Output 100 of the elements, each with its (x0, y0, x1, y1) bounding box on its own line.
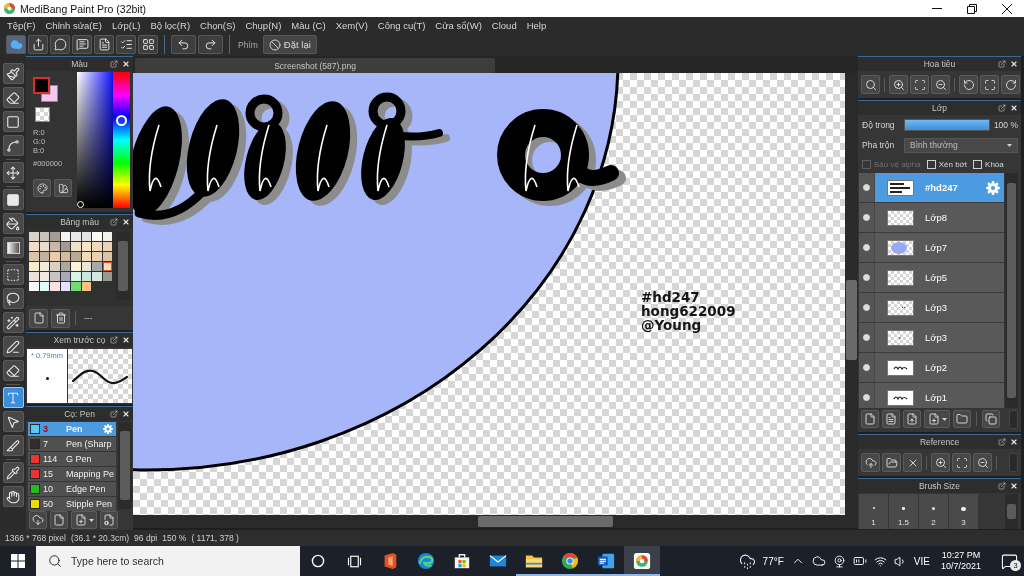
color-swatch[interactable] (81, 282, 91, 291)
color-swatch[interactable] (92, 272, 102, 281)
color-swatch[interactable] (50, 232, 60, 241)
move-tool-button[interactable] (2, 162, 24, 183)
fit-button[interactable] (910, 75, 929, 94)
zoom-in-button[interactable] (889, 75, 908, 94)
open-folder-button[interactable] (882, 453, 901, 472)
color-swatch[interactable] (92, 242, 102, 251)
opacity-slider[interactable] (904, 119, 990, 131)
menu-item[interactable]: Cửa sổ(W) (430, 17, 487, 33)
color-swatch[interactable] (102, 242, 112, 251)
select-pen-tool-button[interactable] (2, 336, 24, 357)
layer-row[interactable]: Lớp3 (859, 323, 1004, 353)
reset-button[interactable]: Đặt lại (262, 35, 317, 54)
new-brush-button[interactable] (50, 511, 68, 529)
detach-icon[interactable] (110, 218, 118, 226)
bucket-tool-button[interactable] (2, 213, 24, 234)
actual-size-button[interactable] (861, 75, 880, 94)
visibility-dot[interactable] (863, 304, 870, 311)
wifi-icon[interactable] (873, 554, 887, 568)
visibility-dot[interactable] (863, 244, 870, 251)
webcam-icon[interactable] (832, 554, 846, 568)
bubble-button[interactable] (50, 35, 70, 54)
close-icon[interactable] (1010, 104, 1018, 112)
clock-time[interactable]: 10:27 PM (941, 550, 981, 561)
fill-tool-button[interactable] (2, 189, 24, 210)
color-swatch[interactable] (71, 252, 81, 261)
visibility-dot[interactable] (863, 214, 870, 221)
color-history-button[interactable] (54, 179, 72, 197)
close-icon[interactable] (1010, 482, 1018, 490)
text-tool-button[interactable] (2, 387, 24, 408)
operation-tool-button[interactable] (2, 411, 24, 432)
detach-icon[interactable] (110, 60, 118, 68)
color-swatch[interactable] (39, 252, 49, 261)
menu-item[interactable]: Màu (C) (286, 17, 331, 33)
cloud-rain-icon[interactable] (738, 552, 756, 570)
detach-icon[interactable] (998, 60, 1006, 68)
wand-tool-button[interactable] (2, 312, 24, 333)
menu-item[interactable]: Công cụ(T) (372, 17, 431, 33)
visibility-dot[interactable] (863, 334, 870, 341)
menu-item[interactable]: Chụp(N) (240, 17, 287, 33)
brush-size-scrollbar[interactable] (1005, 494, 1018, 529)
color-swatch[interactable] (29, 252, 39, 261)
checkbox-option[interactable]: Xén bớt (926, 159, 968, 169)
color-swatch[interactable] (60, 232, 70, 241)
menu-item[interactable]: Chọn(S) (195, 17, 241, 33)
layer-row[interactable]: Lớp8 (859, 203, 1004, 233)
divide-tool-button[interactable] (2, 435, 24, 456)
brush-row[interactable]: 114 G Pen (28, 452, 116, 466)
color-swatch[interactable] (29, 232, 39, 241)
fit-screen-button[interactable] (980, 75, 999, 94)
brush-settings-button[interactable] (100, 511, 118, 529)
redo-button[interactable] (198, 35, 223, 54)
color-swatch[interactable] (71, 282, 81, 291)
color-swatch[interactable] (50, 242, 60, 251)
layer-scrollbar[interactable] (1005, 173, 1018, 408)
cloud-icon[interactable] (811, 554, 826, 568)
close-icon[interactable] (1010, 60, 1018, 68)
color-swatch[interactable] (102, 232, 112, 241)
close-icon[interactable] (1010, 438, 1018, 446)
color-swatch[interactable] (81, 262, 91, 271)
close-icon[interactable] (122, 218, 130, 226)
color-swatch[interactable] (81, 242, 91, 251)
weather-temperature[interactable]: 77°F (762, 555, 784, 567)
zoom-in-button[interactable] (931, 453, 950, 472)
hue-slider[interactable] (113, 72, 130, 208)
import-layer-button[interactable] (903, 410, 921, 428)
color-swatch[interactable] (92, 252, 102, 261)
sub-color-swatch[interactable] (41, 85, 58, 102)
color-swatch[interactable] (71, 242, 81, 251)
layer-row[interactable]: Lớp5 (859, 263, 1004, 293)
detach-icon[interactable] (998, 438, 1006, 446)
color-swatch[interactable] (60, 262, 70, 271)
rotate-right-button[interactable] (1001, 75, 1020, 94)
download-brush-button[interactable] (29, 511, 47, 529)
detach-icon[interactable] (110, 336, 118, 344)
color-swatch[interactable] (81, 272, 91, 281)
transparent-color-swatch[interactable] (35, 107, 50, 122)
color-swatch[interactable] (50, 262, 60, 271)
drawing-canvas[interactable]: #hd247 hong622009 @Young (133, 73, 845, 515)
color-swatch[interactable] (81, 252, 91, 261)
detach-icon[interactable] (998, 482, 1006, 490)
add-layer-button[interactable] (924, 410, 950, 428)
new-folder-button[interactable] (953, 410, 971, 428)
brush-list-scrollbar[interactable] (118, 422, 132, 509)
zoom-out-button[interactable] (931, 75, 950, 94)
brush-tool-button[interactable] (2, 63, 24, 84)
rotate-left-button[interactable] (959, 75, 978, 94)
layer-row[interactable]: Lớp3 (859, 293, 1004, 323)
shape-tool-button[interactable] (2, 111, 24, 132)
color-swatch[interactable] (71, 232, 81, 241)
color-swatch[interactable] (29, 272, 39, 281)
scrollbar[interactable] (1009, 453, 1018, 472)
brush-row[interactable]: 50 Stipple Pen (28, 497, 116, 511)
select-eraser-tool-button[interactable] (2, 360, 24, 381)
cloud-upload-button[interactable] (861, 453, 880, 472)
color-swatch[interactable] (71, 272, 81, 281)
battery-icon[interactable] (852, 554, 867, 568)
close-icon[interactable] (122, 60, 130, 68)
color-swatch[interactable] (102, 272, 112, 281)
